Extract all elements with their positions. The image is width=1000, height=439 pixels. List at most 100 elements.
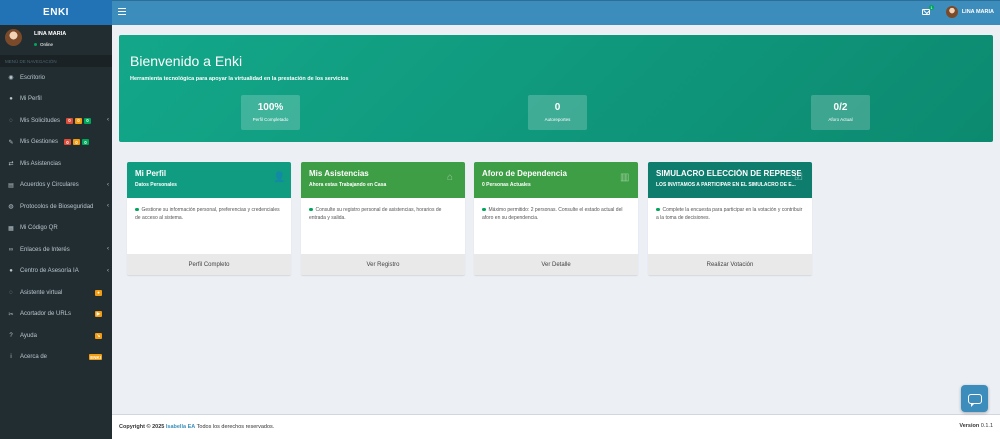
info-card: SIMULACRO ELECCIÓN DE REPRESEN... LOS INV… xyxy=(648,162,812,275)
sidebar-item-enlaces-de-interés[interactable]: ∞ Enlaces de Interés ‹ xyxy=(0,239,112,261)
count-badge: 0 xyxy=(64,139,72,146)
qr-icon: ▦ xyxy=(8,225,14,232)
avatar xyxy=(945,6,958,18)
online-dot-icon xyxy=(34,43,37,46)
chevron-left-icon: ‹ xyxy=(107,117,109,123)
chat-icon xyxy=(967,393,982,407)
user-icon: 👤 xyxy=(273,172,286,183)
wrench-icon: ✎ xyxy=(8,139,14,146)
stat-profile-completed: 100% Perfil Completado xyxy=(241,95,300,130)
info-card: Mi Perfil Datos Personales 👤 Gestione su in… xyxy=(127,162,291,275)
mail-count-badge: 1 xyxy=(929,5,934,10)
avatar xyxy=(5,29,22,46)
item-badge: ENKI xyxy=(89,354,102,360)
sidebar-item-label: Asistente virtual xyxy=(20,289,63,296)
chat-widget-button[interactable] xyxy=(961,385,988,412)
sidebar-item-acerca-de[interactable]: i Acerca de ENKI xyxy=(0,347,112,369)
info-card: Aforo de Dependencia 0 Personas Actuales ▥… xyxy=(474,162,638,275)
sidebar-item-mi-código-qr[interactable]: ▦ Mi Código QR xyxy=(0,218,112,240)
scissors-icon: ✂ xyxy=(8,311,14,318)
card-header: SIMULACRO ELECCIÓN DE REPRESEN... LOS INV… xyxy=(648,162,812,198)
robot-icon: ◌ xyxy=(9,289,13,296)
card-action-button[interactable]: Ver Detalle xyxy=(474,254,638,275)
chevron-left-icon: ‹ xyxy=(107,246,109,252)
home-icon: ⌂ xyxy=(447,172,454,183)
sidebar-item-centro-de-asesoría-ia[interactable]: ● Centro de Asesoría IA ‹ xyxy=(0,261,112,283)
count-badge: 0 xyxy=(66,117,74,124)
top-user-name: LINA MARIA xyxy=(961,9,994,15)
sidebar: LINA MARIA Online MENÚ DE NAVEGACIÓN ◉ Es… xyxy=(0,25,112,439)
user-icon: ● xyxy=(9,96,13,103)
sidebar-item-label: Acerca de xyxy=(20,354,48,361)
sidebar-item-acuerdos-y-circulares[interactable]: ▤ Acuerdos y Circulares ‹ xyxy=(0,175,112,197)
sidebar-item-mis-gestiones[interactable]: ✎ Mis Gestiones 0 0 0 xyxy=(0,132,112,154)
count-badge: 0 xyxy=(82,139,90,146)
version-info: Version 0.1.1 xyxy=(959,423,993,429)
menu-toggle-icon[interactable] xyxy=(118,8,126,16)
card-action-button[interactable]: Ver Registro xyxy=(301,254,465,275)
sidebar-item-acortador-de-urls[interactable]: ✂ Acortador de URLs ▶ xyxy=(0,304,112,326)
card-description: Gestione su información personal, prefer… xyxy=(135,207,280,222)
sidebar-item-label: Acortador de URLs xyxy=(20,311,72,318)
sidebar-item-mis-solicitudes[interactable]: ◌ Mis Solicitudes 0 0 0 ‹ xyxy=(0,110,112,132)
info-card: Mis Asistencias Ahora estas Trabajando en… xyxy=(301,162,465,275)
app-logo[interactable]: ENKI xyxy=(0,0,112,25)
nav-list: ◉ Escritorio ● Mi Perfil ◌ Mis Solicitudes 0 0 0… xyxy=(0,67,112,368)
count-badges: 000 xyxy=(64,139,91,146)
sidebar-item-ayuda[interactable]: ? Ayuda ↘ xyxy=(0,325,112,347)
page-title: Bienvenido a Enki xyxy=(130,53,243,69)
stat-value: 0 xyxy=(554,102,561,113)
online-status: Online xyxy=(34,42,53,47)
chevron-left-icon: ‹ xyxy=(107,203,109,209)
card-title: Mi Perfil xyxy=(135,169,167,178)
card-action-button[interactable]: Realizar Votación xyxy=(648,254,812,275)
sidebar-item-mi-perfil[interactable]: ● Mi Perfil xyxy=(0,89,112,111)
sidebar-item-label: Ayuda xyxy=(20,332,37,339)
copyright-text: Copyright © 2025 Isabella EA Todos los d… xyxy=(119,424,274,430)
sidebar-item-mis-asistencias[interactable]: ⇄ Mis Asistencias xyxy=(0,153,112,175)
stat-current-capacity: 0/2 Aforo Actual xyxy=(811,95,870,130)
version-number: 0.1.1 xyxy=(980,423,993,429)
sidebar-item-protocolos-de-bioseguridad[interactable]: ◍ Protocolos de Bioseguridad ‹ xyxy=(0,196,112,218)
card-description: Máximo permitido: 2 personas. Consulte e… xyxy=(482,207,623,222)
sidebar-item-label: Mi Perfil xyxy=(20,96,42,103)
dashboard-icon: ◉ xyxy=(8,75,14,82)
mail-icon[interactable] xyxy=(922,9,930,15)
sidebar-item-label: Enlaces de Interés xyxy=(20,246,70,253)
sidebar-item-label: Centro de Asesoría IA xyxy=(20,268,79,275)
status-label: Online xyxy=(40,42,54,47)
welcome-hero: Bienvenido a Enki Herramienta tecnológic… xyxy=(119,35,993,142)
card-header: Mis Asistencias Ahora estas Trabajando en… xyxy=(301,162,465,198)
stat-label: Perfil Completado xyxy=(252,117,289,122)
card-body: Complete la encuesta para participar en … xyxy=(648,198,812,254)
bullet-dot-icon xyxy=(482,207,486,211)
copyright-prefix: Copyright © 2025 xyxy=(119,424,165,430)
page-footer: Copyright © 2025 Isabella EA Todos los d… xyxy=(112,414,1000,439)
sidebar-item-asistente-virtual[interactable]: ◌ Asistente virtual ● xyxy=(0,282,112,304)
sidebar-item-label: Mi Código QR xyxy=(20,225,58,232)
card-header: Aforo de Dependencia 0 Personas Actuales ▥ xyxy=(474,162,638,198)
card-title: Mis Asistencias xyxy=(309,169,369,178)
info-icon: i xyxy=(10,354,12,361)
card-action-button[interactable]: Perfil Completo xyxy=(127,254,291,275)
user-panel: LINA MARIA Online xyxy=(0,25,112,55)
chevron-left-icon: ‹ xyxy=(107,267,109,274)
version-label: Version xyxy=(959,423,980,429)
stat-label: Autoreportes xyxy=(544,117,571,122)
sidebar-user-name: LINA MARIA xyxy=(34,31,67,37)
rights-text: Todos los derechos reservados. xyxy=(196,424,275,430)
card-body: Consulte su registro personal de asisten… xyxy=(301,198,465,254)
chevron-left-icon: ‹ xyxy=(107,181,109,188)
brand-link[interactable]: Isabella EA xyxy=(166,424,195,430)
shield-icon: ◍ xyxy=(8,204,14,211)
stat-value: 100% xyxy=(257,102,284,113)
stat-self-reports: 0 Autoreportes xyxy=(528,95,587,130)
user-menu[interactable]: LINA MARIA xyxy=(945,6,994,18)
card-subtitle: 0 Personas Actuales xyxy=(482,182,531,188)
card-description: Consulte su registro personal de asisten… xyxy=(309,207,442,222)
nav-section-header: MENÚ DE NAVEGACIÓN xyxy=(0,55,112,67)
sidebar-item-label: Mis Gestiones xyxy=(20,139,59,146)
sidebar-item-escritorio[interactable]: ◉ Escritorio xyxy=(0,67,112,89)
card-subtitle: LOS INVITAMOS A PARTICIPAR EN EL SIMULAC… xyxy=(656,182,796,188)
stat-value: 0/2 xyxy=(833,102,848,113)
